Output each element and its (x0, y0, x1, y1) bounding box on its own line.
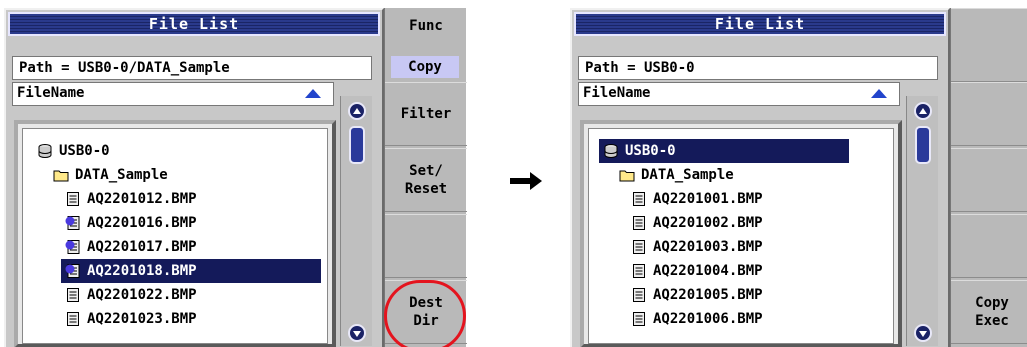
list-item-label: USB0-0 (59, 143, 110, 159)
filename-column-header[interactable]: FileName (12, 82, 334, 106)
empty-soft-key[interactable] (951, 8, 1027, 82)
file-icon (65, 287, 81, 303)
scrollbar[interactable] (340, 96, 372, 346)
marked-file-icon (65, 263, 81, 279)
path-field: Path = USB0-0 (578, 56, 938, 80)
panel-title: File List (574, 12, 946, 36)
drive-icon (603, 143, 619, 159)
scroll-down-icon[interactable] (348, 324, 366, 342)
scroll-thumb[interactable] (915, 126, 931, 164)
list-item-label: AQ2201002.BMP (653, 215, 763, 231)
column-header-label: FileName (17, 85, 85, 101)
file-list-frame: USB0-0 DATA_Sample AQ2201001.BMP AQ2201002.… (580, 120, 902, 347)
marked-file-icon (65, 215, 81, 231)
transition-arrow-icon (510, 178, 532, 184)
file-icon (631, 263, 647, 279)
list-item-label: AQ2201001.BMP (653, 191, 763, 207)
list-item-label: DATA_Sample (641, 167, 734, 183)
list-item-label: AQ2201023.BMP (87, 311, 197, 327)
filter-button[interactable]: Filter (385, 82, 467, 146)
scroll-thumb[interactable] (349, 126, 365, 164)
list-item-label: AQ2201018.BMP (87, 263, 197, 279)
scrollbar[interactable] (906, 96, 938, 346)
menu-header-func: Func (409, 18, 443, 34)
drive-icon (37, 143, 53, 159)
list-item-label: DATA_Sample (75, 167, 168, 183)
list-item[interactable]: AQ2201018.BMP (61, 259, 321, 283)
list-item-label: AQ2201022.BMP (87, 287, 197, 303)
file-list-screen-before: File List Path = USB0-0/DATA_Sample File… (4, 8, 469, 347)
list-item-label: AQ2201006.BMP (653, 311, 763, 327)
soft-key-menu: Copy Exec (950, 8, 1027, 347)
scroll-down-icon[interactable] (914, 324, 932, 342)
filename-column-header[interactable]: FileName (578, 82, 900, 106)
copy-exec-button[interactable]: Copy Exec (951, 280, 1027, 344)
empty-soft-key[interactable] (385, 214, 467, 278)
file-list-frame: USB0-0 DATA_Sample AQ2201012.BMP AQ2201016.… (14, 120, 336, 347)
sort-ascending-icon[interactable] (305, 89, 321, 98)
file-icon (65, 311, 81, 327)
arrow-head-icon (530, 172, 542, 190)
file-icon (631, 239, 647, 255)
path-field: Path = USB0-0/DATA_Sample (12, 56, 372, 80)
file-icon (65, 191, 81, 207)
mode-badge-copy: Copy (391, 56, 459, 78)
list-item-label: AQ2201012.BMP (87, 191, 197, 207)
list-item-label: AQ2201016.BMP (87, 215, 197, 231)
empty-soft-key[interactable] (951, 148, 1027, 212)
folder-icon (619, 167, 635, 183)
list-item-label: AQ2201017.BMP (87, 239, 197, 255)
folder-icon (53, 167, 69, 183)
file-list: USB0-0 DATA_Sample AQ2201001.BMP AQ2201002.… (588, 128, 894, 344)
file-list-screen-after: File List Path = USB0-0 FileName USB0-0 D… (570, 8, 1027, 347)
list-item-label: AQ2201003.BMP (653, 239, 763, 255)
list-item-label: AQ2201004.BMP (653, 263, 763, 279)
sort-ascending-icon[interactable] (871, 89, 887, 98)
empty-soft-key[interactable] (951, 214, 1027, 278)
file-icon (631, 191, 647, 207)
list-item[interactable]: USB0-0 (599, 139, 849, 163)
empty-soft-key[interactable] (951, 82, 1027, 146)
file-list-panel: File List Path = USB0-0/DATA_Sample File… (4, 8, 384, 347)
dest-dir-highlight-ring (384, 280, 466, 347)
scroll-up-icon[interactable] (914, 102, 932, 120)
file-icon (631, 311, 647, 327)
list-item-label: AQ2201005.BMP (653, 287, 763, 303)
file-icon (631, 287, 647, 303)
file-icon (631, 215, 647, 231)
scroll-up-icon[interactable] (348, 102, 366, 120)
marked-file-icon (65, 239, 81, 255)
set-reset-button[interactable]: Set/ Reset (385, 148, 467, 212)
file-list-panel: File List Path = USB0-0 FileName USB0-0 D… (570, 8, 950, 347)
file-list: USB0-0 DATA_Sample AQ2201012.BMP AQ2201016.… (22, 128, 328, 344)
list-item-label: USB0-0 (625, 143, 676, 159)
panel-title: File List (8, 12, 380, 36)
column-header-label: FileName (583, 85, 651, 101)
